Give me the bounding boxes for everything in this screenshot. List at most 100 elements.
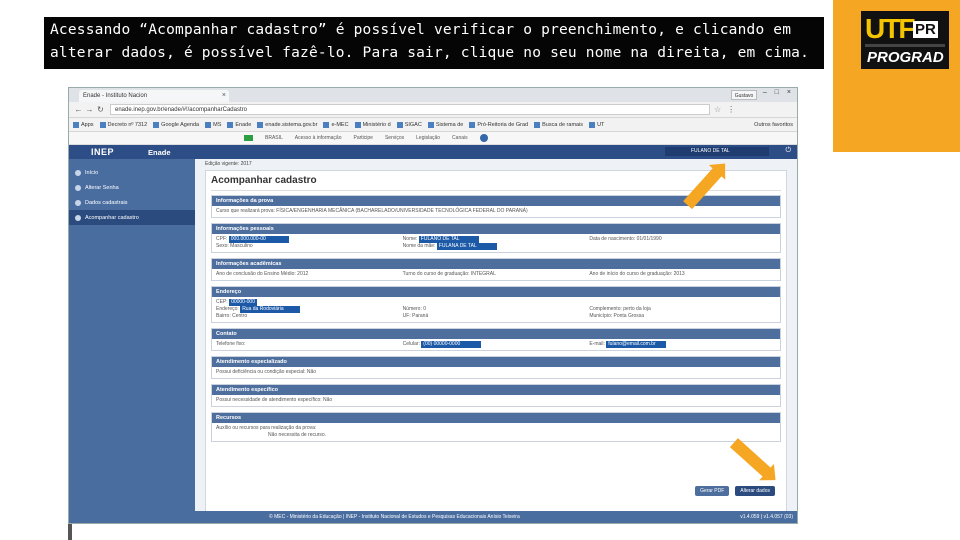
sexo-value: Sexo: Masculino	[216, 243, 253, 249]
tab-title: Enade - Instituto Nacion	[83, 93, 148, 99]
user-name-menu[interactable]: FULANO DE TAL	[665, 147, 769, 156]
browser-tab[interactable]: Enade - Instituto Nacion ×	[79, 90, 229, 102]
bookmark-label: MS	[213, 121, 222, 128]
alter-data-button[interactable]: Alterar dados	[735, 486, 775, 496]
inep-logo[interactable]: INEP	[91, 147, 114, 157]
panel-title: Atendimento específico	[212, 385, 780, 395]
back-icon[interactable]: ←	[73, 105, 84, 114]
bookmark-label: e-MEC	[331, 121, 349, 128]
email-value: fulano@email.com.br	[606, 341, 667, 348]
panel-title: Endereço	[212, 287, 780, 297]
recursos-answer: Não necessita de recurso.	[268, 432, 327, 438]
bookmark-item[interactable]: Google Agenda	[153, 121, 199, 128]
tab-close-icon[interactable]: ×	[222, 90, 226, 102]
bookmark-label: UT	[597, 121, 605, 128]
bookmark-label: enade.sistema.gov.br	[265, 121, 318, 128]
bookmark-label: Apps	[81, 121, 94, 128]
sidebar-item-dados-cadastrais[interactable]: Dados cadastrais	[69, 195, 195, 210]
bookmark-item[interactable]: Sistema de	[427, 121, 463, 128]
panel-contato: Contato Telefone fixo: Celular: (00) 000…	[211, 328, 781, 351]
profile-chip[interactable]: Gustavo	[731, 90, 757, 100]
nome-mae-value: FULANA DE TAL	[436, 243, 497, 250]
gov-country: BRASIL	[265, 135, 283, 141]
reload-icon[interactable]: ↻	[95, 105, 106, 114]
bookmark-label: Pró-Reitoria de Grad	[477, 121, 529, 128]
bookmark-icon	[396, 121, 403, 128]
col: CEP: 00000-000 Endereço: Rua da Rodoviár…	[216, 299, 403, 320]
bookmark-item[interactable]: enade.sistema.gov.br	[257, 121, 318, 128]
nome-value: FULANO DE TAL	[418, 236, 479, 243]
bookmark-label: Decreto nº 7312	[107, 121, 148, 128]
bookmark-label: Busca de ramais	[542, 121, 584, 128]
bookmark-icon	[153, 121, 160, 128]
bookmark-item[interactable]: SIGAC	[396, 121, 422, 128]
window-controls[interactable]: – □ ×	[763, 89, 794, 96]
bookmark-item[interactable]: Pró-Reitoria de Grad	[469, 121, 529, 128]
bookmark-item[interactable]: Busca de ramais	[534, 121, 584, 128]
accessibility-icon[interactable]	[479, 134, 488, 142]
telefone-label: Telefone fixo:	[216, 341, 246, 347]
celular-value: (00) 00000-0000	[421, 341, 482, 348]
panel-line: Possui necessidade de atendimento especí…	[216, 397, 333, 403]
bookmark-item[interactable]: MS	[205, 121, 222, 128]
bookmark-icon	[469, 121, 476, 128]
bookmark-item[interactable]: e-MEC	[323, 121, 349, 128]
logo-utf-text: UTF	[865, 13, 915, 44]
slide-caption: Acessando “Acompanhar cadastro” é possív…	[44, 17, 824, 69]
col: Complemento: perto da loja Município: Po…	[589, 299, 776, 320]
prograd-label: PROGRAD	[867, 49, 944, 66]
endereco-value: Rua da Rodoviária	[240, 306, 301, 313]
gov-link[interactable]: Acesso à informação	[295, 135, 342, 141]
gov-link[interactable]: Serviços	[385, 135, 404, 141]
bairro-value: Bairro: Centro	[216, 313, 248, 319]
panel-title: Informações acadêmicas	[212, 259, 780, 269]
sidebar-item-acompanhar-cadastro[interactable]: Acompanhar cadastro	[69, 210, 195, 225]
panel-row: Telefone fixo: Celular: (00) 00000-0000 …	[212, 339, 780, 350]
panel-endereco: Endereço CEP: 00000-000 Endereço: Rua da…	[211, 286, 781, 323]
cpf-value: 000.000.000-00	[228, 236, 289, 243]
frame-edge	[68, 524, 72, 540]
sidebar-item-label: Alterar Senha	[85, 184, 119, 191]
page-card: Acompanhar cadastro Informações da prova…	[205, 170, 787, 516]
bookmark-item[interactable]: Decreto nº 7312	[99, 121, 148, 128]
ano-inicio: Ano de início do curso de graduação: 201…	[589, 271, 685, 277]
sidebar-item-inicio[interactable]: Início	[69, 165, 195, 180]
panel-row: CPF: 000.000.000-00 Sexo: Masculino Nome…	[212, 234, 780, 252]
url-input[interactable]: enade.inep.gov.br/enade/#!/acompanharCad…	[110, 104, 710, 115]
panel-title: Informações pessoais	[212, 224, 780, 234]
col: E-mail: fulano@email.com.br	[589, 341, 776, 348]
sidebar-item-alterar-senha[interactable]: Alterar Senha	[69, 180, 195, 195]
bookmark-label: Ministério d	[362, 121, 391, 128]
bookmark-item[interactable]: UT	[589, 121, 605, 128]
app-body: Início Alterar Senha Dados cadastrais Ac…	[69, 159, 797, 518]
bookmark-item[interactable]: Ministério d	[354, 121, 391, 128]
panel-academicas: Informações acadêmicas Ano de conclusão …	[211, 258, 781, 281]
star-icon[interactable]: ☆	[714, 105, 721, 114]
bookmark-icon	[257, 121, 264, 128]
nome-label: Nome:	[402, 236, 418, 242]
other-bookmarks[interactable]: Outros favoritos	[754, 122, 793, 128]
cep-label: CEP:	[216, 299, 228, 305]
panel-row: Ano de conclusão do Ensino Médio: 2012 T…	[212, 269, 780, 280]
recursos-line: Auxílio ou recursos para realização da p…	[216, 425, 317, 431]
gov-bar: BRASIL Acesso à informação Participe Ser…	[69, 132, 797, 145]
bookmark-item[interactable]: Apps	[73, 121, 94, 128]
bookmarks-bar: Apps Decreto nº 7312 Google Agenda MS Enade e…	[69, 118, 797, 132]
gov-link[interactable]: Legislação	[416, 135, 440, 141]
bookmark-item[interactable]: Enade	[227, 121, 251, 128]
browser-menu-icon[interactable]: ⋮	[727, 105, 735, 114]
cpf-label: CPF:	[216, 236, 228, 242]
forward-icon[interactable]: →	[84, 105, 95, 114]
cep-value: 00000-000	[229, 299, 257, 306]
panel-line: Possui deficiência ou condição especial:…	[216, 369, 317, 375]
gov-link[interactable]: Canais	[452, 135, 468, 141]
user-icon	[75, 199, 81, 206]
edition-label: Edição vigente: 2017	[205, 161, 252, 167]
check-icon	[75, 214, 81, 221]
gov-link[interactable]: Participe	[354, 135, 373, 141]
power-icon[interactable]: ⏻	[785, 147, 791, 155]
main-content: Edição vigente: 2017 Acompanhar cadastro…	[195, 159, 797, 518]
generate-pdf-button[interactable]: Gerar PDF	[695, 486, 730, 496]
module-label: Enade	[148, 147, 171, 157]
col: Número: 0 UF: Paraná	[403, 299, 590, 320]
